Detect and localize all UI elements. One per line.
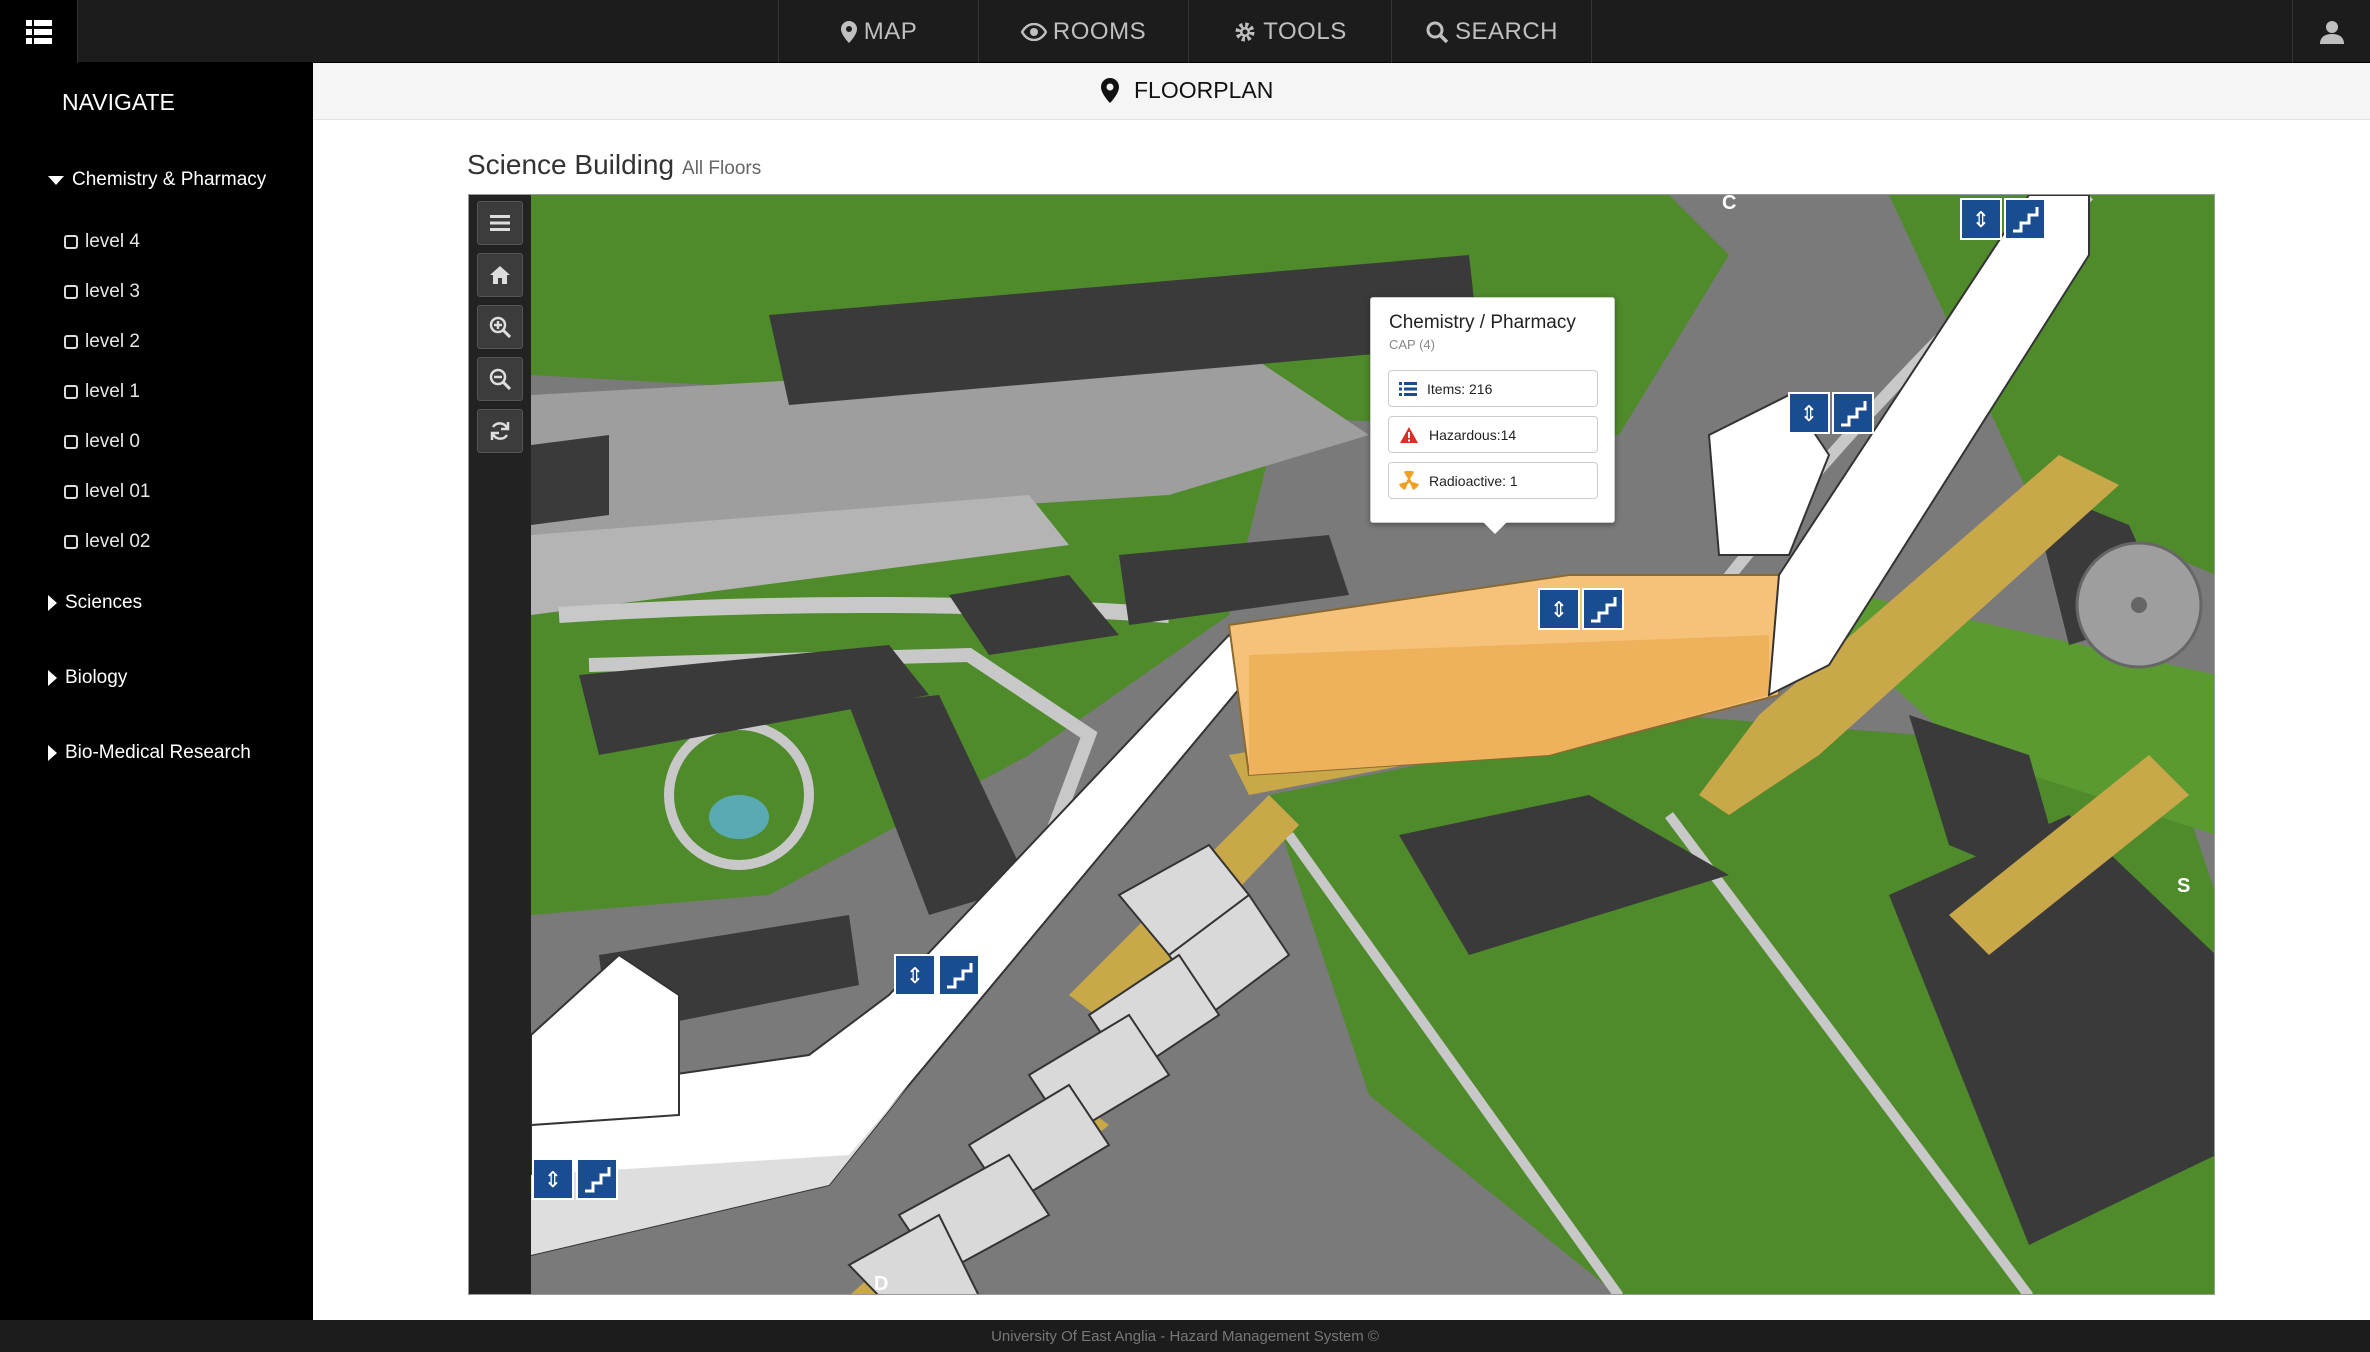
menu-icon bbox=[490, 215, 510, 231]
page-title: Science Building All Floors bbox=[467, 149, 761, 181]
level-label: level 4 bbox=[85, 231, 140, 252]
checkbox-icon[interactable] bbox=[64, 335, 78, 349]
radioactive-label: Radioactive: 1 bbox=[1429, 472, 1518, 489]
sidebar-group-label: Chemistry & Pharmacy bbox=[72, 169, 267, 190]
sidebar-group-biology[interactable]: Biology bbox=[48, 667, 127, 689]
main-nav: MAP ROOMS TOOLS SEARCH bbox=[778, 0, 1592, 63]
road-label: S bbox=[2177, 875, 2190, 897]
sidebar-item-level-0[interactable]: level 0 bbox=[64, 431, 140, 453]
sidebar-group-bio-medical-research[interactable]: Bio-Medical Research bbox=[48, 742, 251, 764]
map-toolbar bbox=[469, 195, 531, 1294]
sidebar-group-chemistry-pharmacy[interactable]: Chemistry & Pharmacy bbox=[48, 169, 266, 191]
floors-label: All Floors bbox=[682, 158, 762, 179]
checkbox-icon[interactable] bbox=[64, 485, 78, 499]
warning-icon bbox=[1400, 426, 1418, 443]
items-button[interactable]: Items: 216 bbox=[1388, 370, 1598, 407]
sidebar-group-label: Bio-Medical Research bbox=[65, 742, 251, 763]
caret-right-icon bbox=[48, 745, 57, 761]
checkbox-icon[interactable] bbox=[64, 285, 78, 299]
gear-icon bbox=[1235, 22, 1255, 41]
room-info-popup: Chemistry / Pharmacy CAP (4) Items: 216 … bbox=[1370, 297, 1615, 534]
caret-right-icon bbox=[48, 670, 57, 686]
sidebar-item-level-4[interactable]: level 4 bbox=[64, 231, 140, 253]
eye-icon bbox=[1020, 22, 1047, 41]
map-marker-icon bbox=[840, 20, 857, 43]
header-title: FLOORPLAN bbox=[1134, 77, 1274, 103]
sidebar-item-level-3[interactable]: level 3 bbox=[64, 281, 140, 303]
level-label: level 1 bbox=[85, 381, 140, 402]
zoom-in-button[interactable] bbox=[477, 305, 523, 349]
svg-text:⇕: ⇕ bbox=[906, 964, 924, 989]
search-icon bbox=[1426, 21, 1449, 43]
nav-map-label: MAP bbox=[863, 17, 918, 45]
grid-menu-icon bbox=[25, 19, 52, 44]
level-label: level 2 bbox=[85, 331, 140, 352]
checkbox-icon[interactable] bbox=[64, 235, 78, 249]
footer-text: University Of East Anglia - Hazard Manag… bbox=[991, 1327, 1379, 1345]
refresh-button[interactable] bbox=[477, 409, 523, 453]
footer: University Of East Anglia - Hazard Manag… bbox=[0, 1320, 2370, 1352]
sidebar: NAVIGATE Chemistry & Pharmacy level 4 le… bbox=[0, 63, 313, 1320]
map-viewport[interactable]: C S D ⇕ ⇕ ⇕ ⇕ ⇕ Chemistry / Pharmacy CAP… bbox=[468, 194, 2215, 1295]
nav-rooms[interactable]: ROOMS bbox=[979, 0, 1189, 63]
sidebar-item-level-02[interactable]: level 02 bbox=[64, 531, 151, 553]
svg-text:⇕: ⇕ bbox=[1800, 402, 1818, 427]
nav-search-label: SEARCH bbox=[1454, 17, 1559, 45]
popup-subtitle: CAP (4) bbox=[1389, 337, 1435, 352]
checkbox-icon[interactable] bbox=[64, 385, 78, 399]
zoom-out-button[interactable] bbox=[477, 357, 523, 401]
hazardous-label: Hazardous:14 bbox=[1429, 426, 1517, 443]
items-label: Items: 216 bbox=[1427, 380, 1493, 397]
svg-text:⇕: ⇕ bbox=[1550, 598, 1568, 623]
sidebar-title: NAVIGATE bbox=[62, 89, 175, 115]
sidebar-item-level-01[interactable]: level 01 bbox=[64, 481, 151, 503]
popup-title: Chemistry / Pharmacy bbox=[1389, 312, 1576, 333]
top-bar: MAP ROOMS TOOLS SEARCH bbox=[0, 0, 2370, 63]
checkbox-icon[interactable] bbox=[64, 535, 78, 549]
level-label: level 01 bbox=[85, 481, 151, 502]
nav-tools[interactable]: TOOLS bbox=[1189, 0, 1392, 63]
home-button[interactable] bbox=[477, 253, 523, 297]
list-icon bbox=[1399, 381, 1417, 396]
radioactive-button[interactable]: Radioactive: 1 bbox=[1388, 462, 1598, 499]
sidebar-group-label: Sciences bbox=[65, 592, 143, 613]
sidebar-item-level-2[interactable]: level 2 bbox=[64, 331, 140, 353]
nav-map[interactable]: MAP bbox=[779, 0, 979, 63]
checkbox-icon[interactable] bbox=[64, 435, 78, 449]
user-icon bbox=[2319, 20, 2344, 44]
svg-text:⇕: ⇕ bbox=[1972, 208, 1990, 233]
user-button[interactable] bbox=[2292, 0, 2370, 63]
nav-rooms-label: ROOMS bbox=[1052, 17, 1147, 45]
hazardous-button[interactable]: Hazardous:14 bbox=[1388, 416, 1598, 453]
road-label: C bbox=[1722, 195, 1736, 214]
refresh-icon bbox=[490, 422, 510, 440]
grid-menu-button[interactable] bbox=[0, 0, 78, 63]
road-label: D bbox=[874, 1273, 888, 1295]
caret-right-icon bbox=[48, 595, 57, 611]
zoom-out-icon bbox=[489, 368, 511, 390]
nav-search[interactable]: SEARCH bbox=[1392, 0, 1592, 63]
map-marker-icon bbox=[1101, 78, 1119, 103]
sidebar-group-label: Biology bbox=[65, 667, 128, 688]
home-icon bbox=[490, 266, 510, 284]
caret-down-icon bbox=[48, 175, 64, 185]
level-label: level 0 bbox=[85, 431, 140, 452]
sidebar-item-level-1[interactable]: level 1 bbox=[64, 381, 140, 403]
svg-text:⇕: ⇕ bbox=[544, 1168, 562, 1193]
building-name: Science Building bbox=[467, 149, 675, 180]
level-label: level 02 bbox=[85, 531, 151, 552]
map-canvas[interactable]: C S D ⇕ ⇕ ⇕ ⇕ ⇕ bbox=[469, 195, 2215, 1295]
level-label: level 3 bbox=[85, 281, 140, 302]
zoom-in-icon bbox=[489, 316, 511, 338]
floorplan-header: FLOORPLAN bbox=[313, 63, 2370, 120]
nav-tools-label: TOOLS bbox=[1263, 17, 1347, 45]
layers-menu-button[interactable] bbox=[477, 201, 523, 245]
radioactive-icon bbox=[1399, 470, 1419, 490]
sidebar-group-sciences[interactable]: Sciences bbox=[48, 592, 142, 614]
